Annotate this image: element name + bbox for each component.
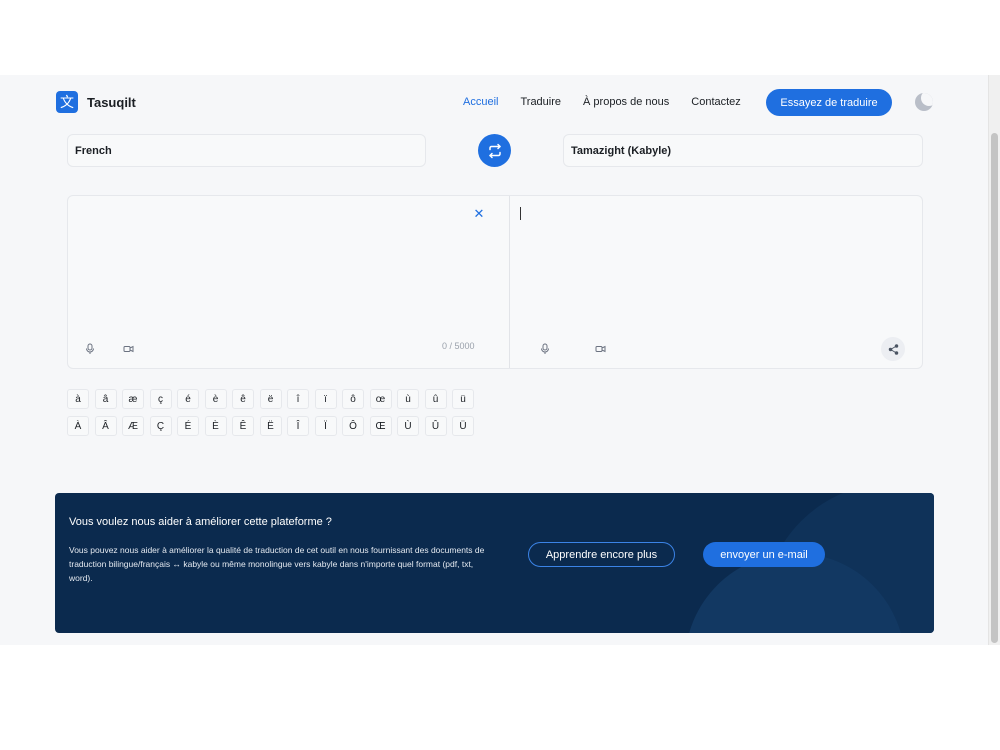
learn-more-button[interactable]: Apprendre encore plus	[528, 542, 675, 567]
source-text-area[interactable]	[68, 196, 509, 336]
brand-name: Tasuqilt	[87, 94, 136, 110]
char-key[interactable]: ë	[259, 389, 282, 409]
char-key[interactable]: Â	[94, 416, 117, 436]
main-nav: Accueil Traduire À propos de nous Contac…	[463, 96, 763, 108]
microphone-icon[interactable]	[538, 342, 552, 356]
char-key[interactable]: û	[424, 389, 447, 409]
banner-title: Vous voulez nous aider à améliorer cette…	[69, 516, 332, 528]
char-key[interactable]: È	[204, 416, 227, 436]
header: 文 Tasuqilt Accueil Traduire À propos de …	[0, 75, 988, 131]
lowercase-characters: à â æ ç é è ê ë î ï ô œ ù û ü	[67, 389, 480, 409]
nav-item-traduire[interactable]: Traduire	[520, 96, 561, 108]
microphone-icon[interactable]	[83, 342, 97, 356]
character-counter: 0 / 5000	[442, 341, 475, 351]
special-characters: à â æ ç é è ê ë î ï ô œ ù û ü À Â Æ Ç É …	[67, 389, 480, 443]
send-email-button[interactable]: envoyer un e-mail	[703, 542, 825, 567]
logo[interactable]: 文 Tasuqilt	[56, 91, 136, 113]
char-key[interactable]: â	[94, 389, 117, 409]
char-key[interactable]: ü	[452, 389, 474, 409]
char-key[interactable]: ê	[232, 389, 254, 409]
try-translate-button[interactable]: Essayez de traduire	[766, 89, 892, 116]
char-key[interactable]: Ë	[259, 416, 282, 436]
char-key[interactable]: Û	[424, 416, 447, 436]
nav-item-accueil[interactable]: Accueil	[463, 96, 498, 108]
contribute-banner: Vous voulez nous aider à améliorer cette…	[55, 493, 934, 633]
uppercase-characters: À Â Æ Ç É È Ê Ë Î Ï Ô Œ Ù Û Ü	[67, 416, 480, 436]
translate-icon: 文	[56, 91, 78, 113]
source-language-select[interactable]: French	[67, 134, 426, 167]
char-key[interactable]: Ï	[314, 416, 337, 436]
text-cursor	[520, 207, 521, 220]
translation-panel: ✕ 0 / 5000	[67, 195, 923, 369]
char-key[interactable]: œ	[369, 389, 392, 409]
char-key[interactable]: é	[177, 389, 199, 409]
char-key[interactable]: ç	[149, 389, 172, 409]
char-key[interactable]: æ	[122, 389, 144, 409]
share-button[interactable]	[881, 337, 905, 361]
speaker-icon[interactable]	[122, 342, 136, 356]
nav-item-contactez[interactable]: Contactez	[691, 96, 741, 108]
swap-arrows-icon	[488, 143, 501, 158]
speaker-icon[interactable]	[594, 342, 608, 356]
app-window: 文 Tasuqilt Accueil Traduire À propos de …	[0, 75, 1000, 645]
char-key[interactable]: î	[287, 389, 309, 409]
char-key[interactable]: à	[67, 389, 89, 409]
close-icon[interactable]: ✕	[472, 207, 486, 221]
char-key[interactable]: Ê	[232, 416, 254, 436]
target-language-select[interactable]: Tamazight (Kabyle)	[563, 134, 923, 167]
char-key[interactable]: Æ	[122, 416, 144, 436]
swap-languages-button[interactable]	[478, 134, 511, 167]
char-key[interactable]: Ç	[149, 416, 172, 436]
char-key[interactable]: Œ	[369, 416, 392, 436]
char-key[interactable]: ô	[342, 389, 364, 409]
char-key[interactable]: ï	[314, 389, 337, 409]
char-key[interactable]: Ù	[397, 416, 419, 436]
nav-item-a-propos[interactable]: À propos de nous	[583, 96, 669, 108]
char-key[interactable]: Î	[287, 416, 309, 436]
banner-body: Vous pouvez nous aider à améliorer la qu…	[69, 545, 485, 583]
char-key[interactable]: É	[177, 416, 199, 436]
char-key[interactable]: Ü	[452, 416, 474, 436]
scrollbar[interactable]	[988, 75, 1000, 645]
share-icon	[888, 343, 898, 355]
target-text-area[interactable]	[510, 196, 922, 336]
char-key[interactable]: ù	[397, 389, 419, 409]
scrollbar-thumb[interactable]	[991, 133, 998, 643]
moon-icon[interactable]	[915, 93, 933, 111]
char-key[interactable]: è	[204, 389, 227, 409]
char-key[interactable]: À	[67, 416, 89, 436]
char-key[interactable]: Ô	[342, 416, 364, 436]
